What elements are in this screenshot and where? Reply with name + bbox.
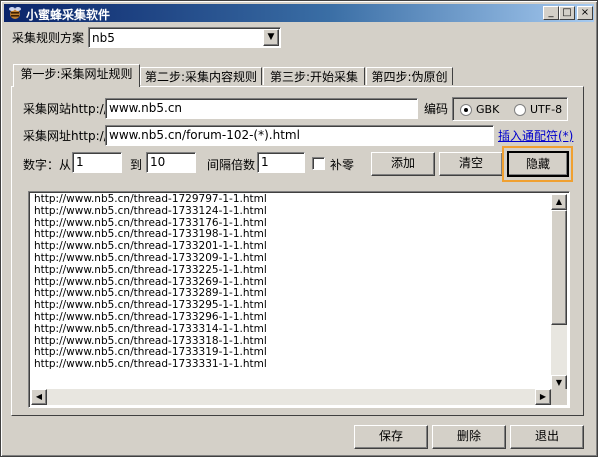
tab-step2[interactable]: 第二步:采集内容规则 xyxy=(140,67,262,85)
encoding-utf8-radio[interactable] xyxy=(514,104,526,116)
site-input-value: www.nb5.cn xyxy=(109,101,183,115)
horizontal-scrollbar[interactable]: ◀ ▶ xyxy=(31,389,551,405)
scroll-right-button[interactable]: ▶ xyxy=(535,389,551,405)
from-input[interactable]: 1 xyxy=(72,152,122,173)
clear-button[interactable]: 清空 xyxy=(439,152,503,176)
encoding-utf8-label: UTF-8 xyxy=(530,103,563,116)
bee-icon xyxy=(9,7,21,19)
save-button[interactable]: 保存 xyxy=(354,425,428,449)
encoding-gbk-radio[interactable] xyxy=(460,104,472,116)
zero-pad-label: 补零 xyxy=(330,158,355,172)
encoding-gbk-label: GBK xyxy=(476,103,500,116)
tab-step4[interactable]: 第四步:伪原创 xyxy=(366,67,453,85)
scroll-up-button[interactable]: ▲ xyxy=(551,194,567,210)
title-bar[interactable]: 小蜜蜂采集软件 _ □ × xyxy=(4,4,594,22)
to-label: 到 xyxy=(130,158,143,172)
url-input[interactable]: www.nb5.cn/forum-102-(*).html xyxy=(105,125,494,146)
minimize-icon: _ xyxy=(548,7,554,18)
hide-button[interactable]: 隐藏 xyxy=(507,151,569,177)
tab-step3-label: 第三步:开始采集 xyxy=(269,70,359,84)
arrow-up-icon: ▲ xyxy=(555,197,563,206)
list-item[interactable]: http://www.nb5.cn/thread-1733296-1-1.htm… xyxy=(31,311,551,324)
vertical-scrollbar[interactable]: ▲ ▼ xyxy=(551,194,567,391)
add-button-label: 添加 xyxy=(390,156,415,170)
to-input[interactable]: 10 xyxy=(146,152,196,173)
close-icon: × xyxy=(580,7,590,18)
url-label: 采集网址http:// xyxy=(23,129,108,143)
close-button[interactable]: × xyxy=(577,6,593,20)
save-button-label: 保存 xyxy=(378,429,403,443)
delete-button[interactable]: 删除 xyxy=(432,425,506,449)
from-input-value: 1 xyxy=(76,155,84,169)
rule-scheme-label: 采集规则方案 xyxy=(12,31,85,45)
clear-button-label: 清空 xyxy=(458,156,483,170)
app-window: 小蜜蜂采集软件 _ □ × 采集规则方案 nb5 ▼ 第一步:采集网址规则 第二… xyxy=(0,0,598,457)
arrow-right-icon: ▶ xyxy=(539,392,547,401)
url-list-rows: http://www.nb5.cn/thread-1729797-1-1.htm… xyxy=(31,193,551,371)
zero-pad-checkbox[interactable] xyxy=(312,157,325,170)
maximize-button[interactable]: □ xyxy=(559,6,575,20)
chevron-down-icon: ▼ xyxy=(267,32,275,42)
rule-scheme-select[interactable]: nb5 xyxy=(88,27,281,48)
rule-scheme-value: nb5 xyxy=(92,31,115,45)
site-label: 采集网站http:// xyxy=(23,102,108,116)
arrow-left-icon: ◀ xyxy=(35,392,43,401)
step-label: 间隔倍数 xyxy=(207,158,256,172)
insert-wildcard-link[interactable]: 插入通配符(*) xyxy=(498,129,573,143)
step-input-value: 1 xyxy=(261,155,269,169)
tab-step2-label: 第二步:采集内容规则 xyxy=(144,70,258,84)
scroll-left-button[interactable]: ◀ xyxy=(31,389,47,405)
tab-step1-label: 第一步:采集网址规则 xyxy=(20,67,133,81)
arrow-down-icon: ▼ xyxy=(555,378,563,387)
tab-step4-label: 第四步:伪原创 xyxy=(371,70,448,84)
list-item[interactable]: http://www.nb5.cn/thread-1733124-1-1.htm… xyxy=(31,205,551,218)
site-input[interactable]: www.nb5.cn xyxy=(105,98,418,119)
tab-step1[interactable]: 第一步:采集网址规则 xyxy=(13,64,140,87)
encoding-label: 编码 xyxy=(424,102,449,116)
rule-scheme-dropdown-button[interactable]: ▼ xyxy=(263,29,279,46)
vertical-scroll-thumb[interactable] xyxy=(551,210,567,325)
list-item[interactable]: http://www.nb5.cn/thread-1733331-1-1.htm… xyxy=(31,358,551,371)
url-input-value: www.nb5.cn/forum-102-(*).html xyxy=(109,128,300,142)
scrollbar-corner xyxy=(551,389,567,405)
from-label: 数字：从 xyxy=(23,158,72,172)
minimize-button[interactable]: _ xyxy=(543,6,559,20)
window-title: 小蜜蜂采集软件 xyxy=(26,8,111,22)
hide-button-label: 隐藏 xyxy=(525,157,550,171)
tab-step3[interactable]: 第三步:开始采集 xyxy=(263,67,365,85)
url-list[interactable]: http://www.nb5.cn/thread-1729797-1-1.htm… xyxy=(28,191,570,408)
maximize-icon: □ xyxy=(562,7,572,18)
list-item[interactable]: http://www.nb5.cn/thread-1733314-1-1.htm… xyxy=(31,323,551,336)
step-input[interactable]: 1 xyxy=(257,152,305,173)
exit-button-label: 退出 xyxy=(534,429,559,443)
add-button[interactable]: 添加 xyxy=(371,152,435,176)
list-item[interactable]: http://www.nb5.cn/thread-1733225-1-1.htm… xyxy=(31,264,551,277)
delete-button-label: 删除 xyxy=(456,429,481,443)
list-item[interactable]: http://www.nb5.cn/thread-1733209-1-1.htm… xyxy=(31,252,551,265)
to-input-value: 10 xyxy=(150,155,166,169)
exit-button[interactable]: 退出 xyxy=(510,425,584,449)
